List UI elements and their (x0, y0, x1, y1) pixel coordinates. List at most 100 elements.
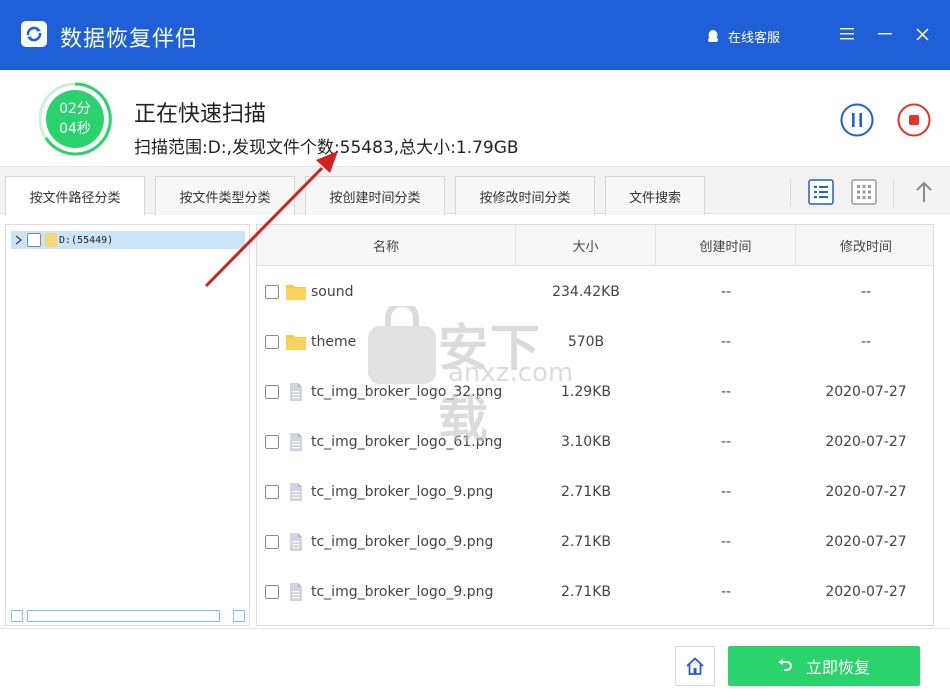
column-header-name[interactable]: 名称 (257, 225, 516, 266)
online-support-button[interactable]: 在线客服 (706, 27, 780, 46)
row-checkbox[interactable] (265, 285, 279, 299)
row-checkbox[interactable] (265, 435, 279, 449)
created-time: -- (720, 334, 732, 350)
file-icon (290, 433, 302, 451)
file-name-cell: tc_img_broker_logo_9.png (265, 567, 515, 617)
tab-by-path[interactable]: 按文件路径分类 (5, 176, 145, 216)
stop-button[interactable] (897, 103, 931, 137)
file-name-cell: tc_img_broker_logo_9.png (265, 467, 515, 517)
file-icon (290, 483, 302, 501)
created-time: -- (720, 434, 732, 450)
file-name-cell: tc_img_broker_logo_61.png (265, 417, 515, 467)
list-view-button[interactable] (808, 179, 834, 205)
file-icon (290, 533, 302, 551)
go-up-button[interactable] (911, 179, 937, 205)
app-logo-icon (21, 21, 47, 47)
file-size: 1.29KB (561, 384, 611, 400)
column-header-size[interactable]: 大小 (516, 225, 656, 266)
tree-node-drive-d[interactable]: D:(55449) (11, 231, 245, 249)
file-icon (290, 383, 302, 401)
tab-label: 按文件类型分类 (179, 190, 271, 206)
category-tabs: 按文件路径分类 按文件类型分类 按创建时间分类 按修改时间分类 文件搜索 (0, 166, 950, 216)
folder-icon (286, 285, 306, 300)
row-checkbox[interactable] (265, 485, 279, 499)
table-header: 名称 大小 创建时间 修改时间 (257, 225, 933, 266)
file-name-cell: theme (265, 317, 515, 367)
table-row[interactable]: theme 570B -- -- (257, 317, 933, 367)
modified-time: 2020-07-27 (825, 534, 907, 550)
tab-by-created-time[interactable]: 按创建时间分类 (305, 176, 445, 215)
scan-status-panel: 02分 04秒 正在快速扫描 扫描范围:D:,发现文件个数:55483,总大小:… (0, 70, 950, 166)
tab-label: 按文件路径分类 (29, 191, 121, 206)
horizontal-scrollbar[interactable] (11, 610, 245, 622)
table-row[interactable]: tc_img_broker_logo_9.png 2.71KB -- 2020-07-… (257, 567, 933, 617)
modified-time: 2020-07-27 (825, 384, 907, 400)
chevron-right-icon[interactable] (11, 235, 27, 245)
file-name-cell: sound (265, 267, 515, 317)
recover-now-button[interactable]: 立即恢复 (728, 646, 920, 686)
file-size: 2.71KB (561, 484, 611, 500)
modified-time: -- (860, 334, 872, 350)
table-row[interactable]: tc_img_broker_logo_9.png 2.71KB -- 2020-07-… (257, 517, 933, 567)
menu-button[interactable] (837, 24, 857, 44)
toolbar-divider (790, 179, 791, 207)
file-list-table: 名称 大小 创建时间 修改时间 sound 234.42KB -- -- theme 57… (256, 224, 934, 626)
recover-now-label: 立即恢复 (805, 658, 870, 677)
table-row[interactable]: tc_img_broker_logo_9.png 2.71KB -- 2020-07-… (257, 467, 933, 517)
close-button[interactable] (912, 24, 932, 44)
row-checkbox[interactable] (265, 385, 279, 399)
tree-checkbox[interactable] (27, 233, 41, 247)
file-size: 234.42KB (552, 284, 620, 300)
created-time: -- (720, 384, 732, 400)
tab-file-search[interactable]: 文件搜索 (605, 176, 705, 215)
file-size: 570B (567, 334, 605, 350)
grid-view-button[interactable] (851, 179, 877, 205)
created-time: -- (720, 534, 732, 550)
table-row[interactable]: tc_img_broker_logo_32.png 1.29KB -- 2020-07… (257, 367, 933, 417)
file-name-cell: tc_img_broker_logo_9.png (265, 517, 515, 567)
tab-label: 文件搜索 (628, 190, 681, 206)
folder-tree-panel: D:(55449) (5, 224, 250, 626)
scan-timer: 02分 04秒 (38, 82, 112, 156)
title-bar: 数据恢复伴侣 在线客服 (0, 0, 950, 70)
created-time: -- (720, 284, 732, 300)
online-support-label: 在线客服 (728, 31, 781, 46)
minimize-icon (878, 33, 892, 35)
modified-time: 2020-07-27 (825, 484, 907, 500)
file-icon (290, 583, 302, 601)
file-name: tc_img_broker_logo_9.png (311, 484, 494, 500)
tab-label: 按修改时间分类 (479, 190, 571, 206)
row-checkbox[interactable] (265, 585, 279, 599)
file-name: tc_img_broker_logo_61.png (311, 434, 503, 450)
scan-title: 正在快速扫描 (134, 102, 267, 127)
file-name: tc_img_broker_logo_9.png (311, 534, 494, 550)
home-button[interactable] (675, 646, 715, 686)
modified-time: 2020-07-27 (825, 584, 907, 600)
column-header-created[interactable]: 创建时间 (656, 225, 796, 266)
pause-button[interactable] (840, 103, 874, 137)
folder-icon (286, 335, 306, 350)
minimize-button[interactable] (875, 24, 895, 44)
file-name: tc_img_broker_logo_9.png (311, 584, 494, 600)
table-row[interactable]: tc_img_broker_logo_61.png 3.10KB -- 2020-07… (257, 417, 933, 467)
tab-by-modified-time[interactable]: 按修改时间分类 (455, 176, 595, 215)
file-name: tc_img_broker_logo_32.png (311, 384, 503, 400)
modified-time: 2020-07-27 (825, 434, 907, 450)
file-size: 2.71KB (561, 534, 611, 550)
app-title: 数据恢复伴侣 (60, 27, 199, 52)
column-header-modified[interactable]: 修改时间 (796, 225, 933, 266)
table-row[interactable]: sound 234.42KB -- -- (257, 267, 933, 317)
row-checkbox[interactable] (265, 535, 279, 549)
bottom-action-bar: 立即恢复 (0, 628, 950, 700)
close-icon (915, 27, 929, 41)
created-time: -- (720, 484, 732, 500)
menu-icon (840, 28, 854, 40)
file-name: sound (311, 284, 354, 300)
timer-seconds: 04秒 (59, 121, 91, 137)
tab-by-type[interactable]: 按文件类型分类 (155, 176, 295, 215)
row-checkbox[interactable] (265, 335, 279, 349)
home-icon (686, 657, 704, 675)
support-icon (708, 30, 718, 42)
created-time: -- (720, 584, 732, 600)
undo-icon (777, 659, 792, 671)
